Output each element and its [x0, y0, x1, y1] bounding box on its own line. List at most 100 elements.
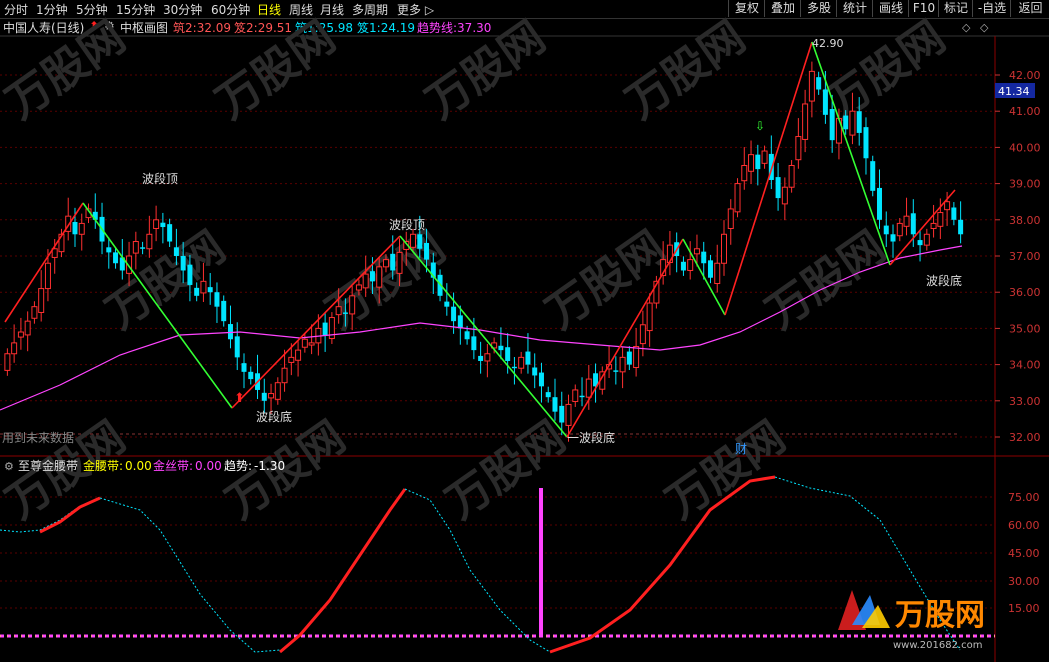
gear-icon[interactable]: ⚙ — [4, 460, 14, 473]
candle-body — [221, 300, 227, 322]
candle-body — [917, 240, 923, 246]
candle-body — [559, 405, 565, 423]
brand-logo-url: www.201682.com — [893, 640, 983, 651]
candle-body — [680, 261, 686, 271]
candle-body — [802, 103, 809, 140]
candle-body — [896, 222, 903, 237]
candle-body — [843, 115, 849, 130]
candle-body — [281, 367, 288, 384]
wave-bottom-label-1: 波段底 — [256, 409, 292, 424]
candle-body — [532, 367, 538, 376]
candle-body — [775, 177, 781, 199]
candle-body — [444, 301, 450, 307]
lower-tick-75: 75.00 — [1008, 491, 1040, 504]
trend-curve-up — [549, 475, 776, 654]
candle-body — [816, 77, 822, 90]
candle-body — [248, 371, 254, 380]
candle-body — [355, 284, 362, 291]
candle-body — [187, 264, 193, 285]
candle-body — [396, 251, 403, 274]
watermark-text: 万股网 — [317, 222, 454, 339]
trend-curve-up — [279, 488, 407, 654]
candle-body — [362, 273, 369, 289]
wave-bottom-label-3: 一波段底 — [567, 430, 615, 445]
candle-body — [478, 355, 484, 361]
lower-tick-30: 30.00 — [1008, 575, 1040, 588]
price-grid — [0, 35, 1049, 662]
candle-body — [471, 336, 477, 351]
candle-body — [200, 280, 207, 294]
candle-body — [870, 161, 876, 191]
candle-body — [38, 288, 45, 313]
watermark-text: 万股网 — [0, 12, 134, 129]
wave-bottom-label-2: 波段底 — [926, 273, 962, 288]
candle-body — [417, 234, 423, 249]
candle-body — [160, 222, 166, 228]
candle-body — [930, 222, 937, 229]
candle-body — [214, 292, 220, 307]
candle-body — [424, 242, 430, 260]
candle-body — [207, 287, 213, 293]
high-price-label: 42.90 — [812, 37, 844, 50]
kline-chart[interactable]: 万股网 万股网 万股网 万股网 万股网万股网 万股网 万股网 万股网万股网 万股网 万股网 万股网 … — [0, 0, 1049, 662]
candle-body — [755, 154, 761, 170]
candle-body — [748, 154, 755, 172]
candle-body — [741, 165, 748, 182]
candle-body — [944, 201, 951, 211]
candle-body — [626, 351, 632, 365]
candle-body — [140, 247, 146, 249]
candle-body — [788, 165, 795, 188]
candle-body — [687, 259, 694, 271]
candle-body — [322, 322, 328, 336]
candle-body — [876, 187, 882, 220]
candle-body — [146, 233, 153, 250]
lower-item-0: 金腰带: 0.00 — [83, 458, 152, 473]
candle-body — [761, 150, 768, 164]
candle-body — [180, 256, 186, 271]
candle-body — [132, 241, 139, 254]
candles — [4, 61, 964, 442]
candle-body — [572, 389, 579, 403]
candle-body — [727, 208, 734, 229]
candle-body — [308, 342, 315, 346]
lower-item-2: 趋势: -1.30 — [224, 459, 285, 473]
watermark-text: 万股网 — [437, 412, 574, 529]
price-tick-label: 32.00 — [1009, 431, 1041, 444]
candle-body — [781, 186, 788, 205]
price-tick-label: 40.00 — [1009, 141, 1041, 154]
candle-body — [714, 262, 721, 285]
price-tick-label: 35.00 — [1009, 322, 1041, 335]
candle-body — [538, 372, 544, 387]
lower-tick-60: 60.00 — [1008, 519, 1040, 532]
candle-body — [829, 109, 835, 141]
zigzag-segment — [399, 235, 568, 438]
finance-marker[interactable]: 财 — [735, 442, 747, 456]
zigzag-segment — [231, 235, 401, 409]
future-data-label: 用到未来数据 — [2, 430, 74, 445]
watermark-text: 万股网 — [757, 222, 894, 339]
candle-body — [288, 356, 295, 363]
lower-tick-15: 15.00 — [1008, 602, 1040, 615]
candle-body — [11, 342, 18, 355]
candle-body — [167, 224, 173, 242]
candle-body — [585, 378, 592, 398]
price-tick-label: 34.00 — [1009, 359, 1041, 372]
candle-body — [241, 363, 247, 372]
candle-body — [822, 89, 828, 115]
candle-body — [153, 219, 160, 229]
lower-item-1: 金丝带: 0.00 — [153, 458, 222, 473]
candle-body — [17, 331, 24, 338]
candle-body — [849, 110, 856, 136]
candle-body — [721, 233, 727, 264]
wave-top-label-2: 波段顶 — [389, 217, 425, 232]
price-axis: 42.00 41.00 40.00 39.00 38.00 37.00 36.00 35.00… — [995, 69, 1041, 444]
candle-body — [937, 212, 944, 227]
candle-body — [518, 356, 525, 369]
current-price-label: 41.34 — [998, 85, 1030, 98]
watermark-text: 万股网 — [537, 222, 674, 339]
candle-body — [464, 331, 470, 340]
candle-body — [227, 324, 233, 340]
candle-body — [639, 324, 646, 345]
candle-body — [106, 247, 112, 253]
candle-body — [565, 403, 572, 426]
